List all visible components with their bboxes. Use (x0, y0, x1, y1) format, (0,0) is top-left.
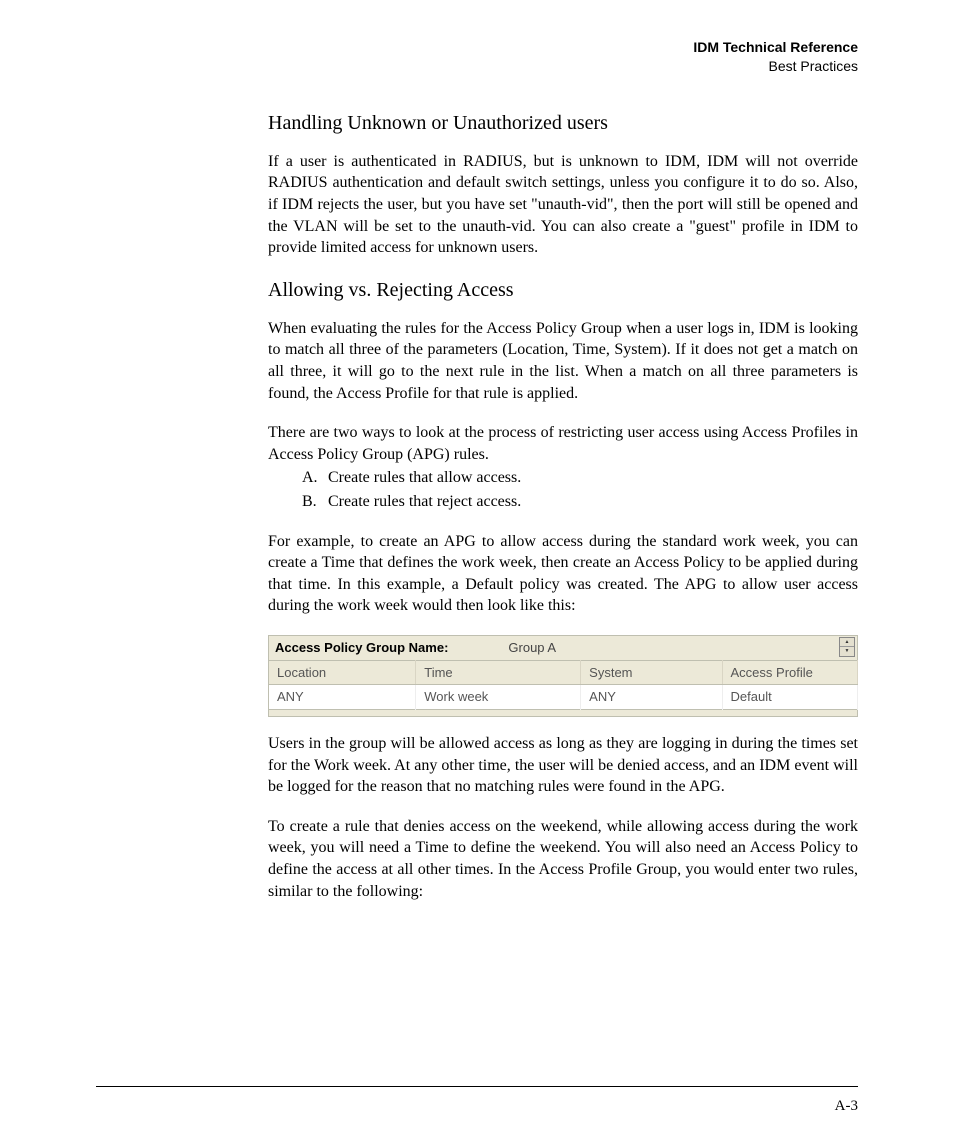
para-deny-weekend: To create a rule that denies access on t… (268, 816, 858, 902)
spinner-down-icon[interactable]: ▼ (840, 647, 854, 656)
body-content: Handling Unknown or Unauthorized users I… (268, 110, 858, 902)
apg-table: Location Time System Access Profile ANY … (268, 660, 858, 710)
apg-footer-bar (268, 710, 858, 717)
spinner-up-icon[interactable]: ▲ (840, 638, 854, 648)
doc-title: IDM Technical Reference (96, 38, 858, 57)
col-system: System (581, 660, 722, 685)
footer-rule (96, 1086, 858, 1087)
apg-name-value: Group A (508, 639, 556, 657)
cell-location: ANY (269, 685, 416, 710)
cell-access-profile: Default (722, 685, 857, 710)
list-item: B.Create rules that reject access. (302, 491, 858, 513)
spinner-control[interactable]: ▲ ▼ (839, 637, 855, 657)
para-after-table: Users in the group will be allowed acces… (268, 733, 858, 798)
doc-section: Best Practices (96, 57, 858, 76)
para-two-ways: There are two ways to look at the proces… (268, 422, 858, 465)
apg-header-bar: Access Policy Group Name: Group A ▲ ▼ (268, 635, 858, 660)
page: IDM Technical Reference Best Practices H… (0, 0, 954, 1145)
list-text-b: Create rules that reject access. (328, 493, 521, 510)
page-number: A-3 (835, 1098, 858, 1115)
cell-time: Work week (416, 685, 581, 710)
heading-unknown-users: Handling Unknown or Unauthorized users (268, 110, 858, 137)
para-apg-eval: When evaluating the rules for the Access… (268, 318, 858, 404)
col-time: Time (416, 660, 581, 685)
running-header: IDM Technical Reference Best Practices (96, 38, 858, 76)
list-letter-b: B. (302, 491, 328, 513)
table-row[interactable]: ANY Work week ANY Default (269, 685, 858, 710)
para-unknown-users: If a user is authenticated in RADIUS, bu… (268, 151, 858, 259)
list-item: A.Create rules that allow access. (302, 467, 858, 489)
rule-options-list: A.Create rules that allow access. B.Crea… (302, 467, 858, 512)
heading-allow-reject: Allowing vs. Rejecting Access (268, 277, 858, 304)
para-example-intro: For example, to create an APG to allow a… (268, 531, 858, 617)
list-letter-a: A. (302, 467, 328, 489)
col-access-profile: Access Profile (722, 660, 857, 685)
col-location: Location (269, 660, 416, 685)
apg-name-label: Access Policy Group Name: (275, 639, 448, 657)
apg-screenshot: Access Policy Group Name: Group A ▲ ▼ Lo… (268, 635, 858, 717)
cell-system: ANY (581, 685, 722, 710)
table-header-row: Location Time System Access Profile (269, 660, 858, 685)
list-text-a: Create rules that allow access. (328, 469, 521, 486)
